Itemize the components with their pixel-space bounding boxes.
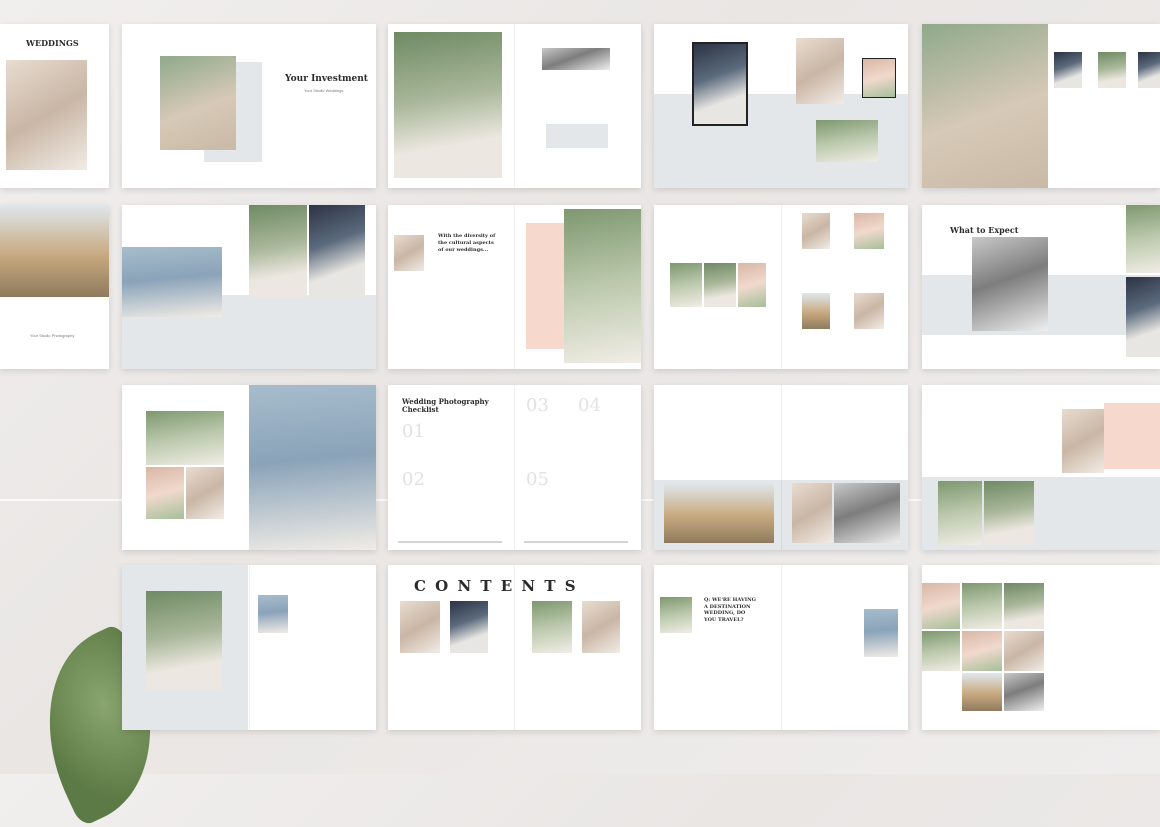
venue-photo xyxy=(0,205,109,297)
garden-couple-photo xyxy=(564,209,641,363)
spread-fold xyxy=(514,24,515,188)
footer-line-right xyxy=(524,541,628,543)
collage-photo-1 xyxy=(146,411,224,465)
collage-photo-2 xyxy=(146,467,184,519)
detail-photo xyxy=(542,48,610,70)
vendor-photo-1 xyxy=(922,583,960,629)
estate-photo xyxy=(664,483,774,543)
vendor-photo-5 xyxy=(962,631,1002,671)
spread-weddings-cover: WEDDINGS xyxy=(0,24,109,188)
photographer-photo xyxy=(258,595,288,633)
expect-title: What to Expect xyxy=(950,225,1019,235)
thumb-photo-1 xyxy=(1054,52,1082,88)
bridal-party-photo xyxy=(122,247,222,317)
spread-contents: C O N T E N T S xyxy=(388,565,641,730)
vendor-photo-3 xyxy=(1004,583,1044,629)
weddings-title: WEDDINGS xyxy=(26,38,79,48)
bride-detail-photo xyxy=(792,483,832,543)
detail-photo-d xyxy=(854,293,884,329)
spread-tips xyxy=(922,385,1160,550)
faq-question: Q: WE'RE HAVING A DESTINATION WEDDING, D… xyxy=(704,597,756,623)
detail-photo-a xyxy=(802,213,830,249)
bridesmaids-photo xyxy=(249,385,376,550)
spread-fold xyxy=(514,205,515,369)
photo-grid-1 xyxy=(670,263,702,307)
bride-photo xyxy=(6,60,87,170)
groom-detail-photo xyxy=(309,205,365,297)
spread-testimonial xyxy=(922,24,1160,188)
right-photo-bottom xyxy=(1126,277,1160,357)
couple-garden-photo xyxy=(249,205,307,297)
faq-photo xyxy=(660,597,692,633)
contact-box xyxy=(546,124,608,148)
spread-fold xyxy=(514,385,515,550)
spread-fold xyxy=(781,385,782,550)
checklist-title-line2: Checklist xyxy=(402,405,439,414)
spread-diversity: With the diversity of the cultural aspec… xyxy=(388,205,641,369)
investment-subtitle: Your Studio Weddings xyxy=(304,88,344,93)
spread-engagement xyxy=(654,205,908,369)
footer-line-left xyxy=(398,541,502,543)
detail-photo-b xyxy=(854,213,884,249)
spread-couple xyxy=(654,24,908,188)
tip-box xyxy=(1104,403,1160,469)
thumb-photo-2 xyxy=(1098,52,1126,88)
vendor-photo-8 xyxy=(1004,673,1044,711)
spread-vendors xyxy=(922,565,1160,730)
spread-fold xyxy=(514,565,515,730)
investment-title: Your Investment xyxy=(285,74,368,84)
spread-intro xyxy=(388,24,641,188)
detail-photo-c xyxy=(802,293,830,329)
bride-gown-photo xyxy=(1062,409,1104,473)
spread-bridal-party xyxy=(122,205,376,369)
checklist-num-01: 01 xyxy=(402,421,425,442)
bride-window-photo xyxy=(834,483,900,543)
photo-grid-3 xyxy=(738,263,766,307)
spread-checklist: Wedding Photography Checklist 01 02 03 0… xyxy=(388,385,641,550)
cypress-couple-photo xyxy=(146,591,222,689)
kissing-couple-photo xyxy=(692,42,748,126)
ceremony-photo xyxy=(938,481,982,545)
contents-photo-1 xyxy=(400,601,440,653)
spread-faq-photos xyxy=(654,385,908,550)
embrace-photo xyxy=(922,24,1048,188)
spread-venue: Your Studio Photography xyxy=(0,205,109,369)
spread-fold xyxy=(781,205,782,369)
checklist-num-05: 05 xyxy=(526,469,549,490)
studio-caption: Your Studio Photography xyxy=(30,333,75,338)
spread-about xyxy=(122,565,376,730)
contents-photo-4 xyxy=(582,601,620,653)
diversity-heading: With the diversity of the cultural aspec… xyxy=(438,233,496,253)
bride-bouquet-photo xyxy=(864,609,898,657)
checklist-num-02: 02 xyxy=(402,469,425,490)
spread-fold xyxy=(781,565,782,730)
couple-photo xyxy=(160,56,236,150)
small-couple-photo xyxy=(394,235,424,271)
vendor-photo-2 xyxy=(962,583,1002,629)
thumb-photo-3 xyxy=(1138,52,1160,88)
contents-photo-3 xyxy=(532,601,572,653)
bride-portrait xyxy=(796,38,844,104)
right-photo-top xyxy=(1126,205,1160,273)
spread-what-to-expect: What to Expect xyxy=(922,205,1160,369)
garden-photo xyxy=(984,481,1034,545)
spread-investment: Your Investment Your Studio Weddings xyxy=(122,24,376,188)
contents-photo-2 xyxy=(450,601,488,653)
spread-fold xyxy=(249,565,250,730)
checklist-num-03: 03 xyxy=(526,395,549,416)
invitation-photo xyxy=(862,58,896,98)
photo-grid-2 xyxy=(704,263,736,307)
spread-faq: Q: WE'RE HAVING A DESTINATION WEDDING, D… xyxy=(654,565,908,730)
collage-photo-3 xyxy=(186,467,224,519)
contents-title: C O N T E N T S xyxy=(414,577,578,595)
wedding-party-photo xyxy=(394,32,502,178)
vendor-photo-7 xyxy=(962,673,1002,711)
spread-bridesmaids xyxy=(122,385,376,550)
vineyard-photo xyxy=(816,120,878,162)
vendor-photo-6 xyxy=(1004,631,1044,671)
vendor-photo-4 xyxy=(922,631,960,671)
checklist-num-04: 04 xyxy=(578,395,601,416)
groom-bw-photo xyxy=(972,237,1048,331)
